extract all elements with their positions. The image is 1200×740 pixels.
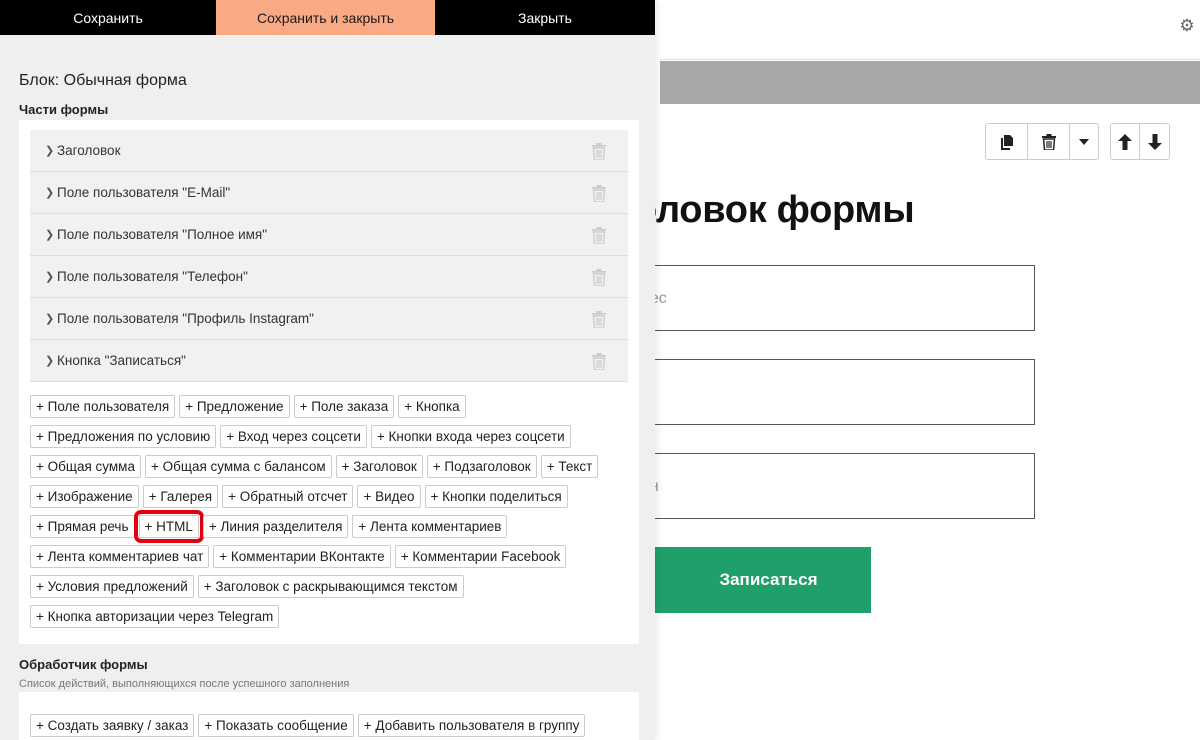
add-countdown-button[interactable]: + Обратный отсчет [222, 485, 354, 508]
block-settings-panel: Сохранить Сохранить и закрыть Закрыть Бл… [0, 0, 655, 740]
form-parts-list: ❯ Заголовок ❯ Поле пользователя "E-Mail"… [30, 130, 628, 382]
form-part-item[interactable]: ❯ Кнопка "Записаться" [30, 340, 628, 382]
add-chat-comments-button[interactable]: + Лента комментариев чат [30, 545, 210, 568]
trash-icon[interactable] [592, 185, 606, 202]
add-subheading-button[interactable]: + Подзаголовок [426, 455, 537, 478]
form-part-item[interactable]: ❯ Поле пользователя "Телефон" [30, 256, 628, 298]
add-gallery-button[interactable]: + Галерея [142, 485, 219, 508]
add-comments-feed-button[interactable]: + Лента комментариев [352, 515, 508, 538]
add-share-buttons-button[interactable]: + Кнопки поделиться [424, 485, 568, 508]
caret-down-icon [1079, 138, 1089, 145]
arrow-down-icon [1147, 133, 1162, 150]
trash-icon[interactable] [592, 143, 606, 160]
add-expandable-heading-button[interactable]: + Заголовок с раскрывающимся текстом [197, 575, 464, 598]
chevron-right-icon: ❯ [45, 355, 55, 367]
phone-field[interactable]: он [640, 453, 1035, 519]
add-user-field-button[interactable]: + Поле пользователя [30, 395, 176, 418]
chevron-right-icon: ❯ [45, 271, 55, 283]
add-facebook-comments-button[interactable]: + Комментарии Facebook [394, 545, 567, 568]
form-part-label: Заголовок [57, 143, 121, 158]
submit-button[interactable]: Записаться [640, 547, 871, 613]
copy-block-button[interactable] [986, 124, 1028, 159]
add-divider-button[interactable]: + Линия разделителя [202, 515, 349, 538]
create-order-button[interactable]: + Создать заявку / заказ [30, 714, 195, 737]
move-toolbar [1110, 123, 1170, 160]
trash-icon[interactable] [592, 269, 606, 286]
block-preview: ⚙ оловок формы Записаться [634, 0, 1200, 740]
form-handler-box: + Создать заявку / заказ + Показать сооб… [19, 692, 639, 740]
move-down-button[interactable] [1140, 124, 1169, 159]
save-button[interactable]: Сохранить [0, 0, 216, 35]
add-heading-button[interactable]: + Заголовок [335, 455, 423, 478]
add-button-button[interactable]: + Кнопка [398, 395, 466, 418]
form-part-label: Поле пользователя "Телефон" [57, 269, 248, 284]
add-social-login-button[interactable]: + Вход через соцсети [220, 425, 367, 448]
add-video-button[interactable]: + Видео [357, 485, 421, 508]
trash-icon [1041, 133, 1056, 150]
preview-grey-bar [660, 61, 1200, 104]
add-total-sum-button[interactable]: + Общая сумма [30, 455, 141, 478]
form-part-label: Поле пользователя "E-Mail" [57, 185, 231, 200]
more-options-button[interactable] [1070, 124, 1098, 159]
form-part-label: Поле пользователя "Полное имя" [57, 227, 268, 242]
add-total-with-balance-button[interactable]: + Общая сумма с балансом [144, 455, 332, 478]
form-part-item[interactable]: ❯ Поле пользователя "E-Mail" [30, 172, 628, 214]
email-field[interactable]: рес [640, 265, 1035, 331]
add-offer-button[interactable]: + Предложение [179, 395, 290, 418]
add-telegram-auth-button[interactable]: + Кнопка авторизации через Telegram [30, 605, 280, 628]
panel-topbar: Сохранить Сохранить и закрыть Закрыть [0, 0, 655, 35]
form-parts-title: Части формы [19, 102, 109, 117]
form-part-label: Поле пользователя "Профиль Instagram" [57, 311, 314, 326]
move-up-button[interactable] [1111, 124, 1140, 159]
trash-icon[interactable] [592, 353, 606, 370]
arrow-up-icon [1118, 133, 1132, 150]
add-social-login-buttons-button[interactable]: + Кнопки входа через соцсети [370, 425, 571, 448]
form-handler-subtitle: Список действий, выполняющихся после усп… [19, 678, 350, 690]
handler-action-buttons: + Создать заявку / заказ + Показать сооб… [30, 714, 586, 737]
add-offer-terms-button[interactable]: + Условия предложений [30, 575, 194, 598]
add-text-button[interactable]: + Текст [540, 455, 599, 478]
form-part-label: Кнопка "Записаться" [57, 353, 186, 368]
trash-icon[interactable] [592, 227, 606, 244]
save-and-close-button[interactable]: Сохранить и закрыть [216, 0, 435, 35]
close-button[interactable]: Закрыть [435, 0, 655, 35]
show-message-button[interactable]: + Показать сообщение [198, 714, 354, 737]
block-title: Блок: Обычная форма [19, 72, 187, 89]
form-part-item[interactable]: ❯ Поле пользователя "Профиль Instagram" [30, 298, 628, 340]
copy-icon [1000, 134, 1013, 150]
add-image-button[interactable]: + Изображение [30, 485, 139, 508]
delete-block-button[interactable] [1028, 124, 1070, 159]
form-part-item[interactable]: ❯ Заголовок [30, 130, 628, 172]
chevron-right-icon: ❯ [45, 145, 55, 157]
chevron-right-icon: ❯ [45, 229, 55, 241]
add-order-field-button[interactable]: + Поле заказа [293, 395, 395, 418]
form-parts-box: ❯ Заголовок ❯ Поле пользователя "E-Mail"… [19, 120, 639, 644]
add-vk-comments-button[interactable]: + Комментарии ВКонтакте [213, 545, 391, 568]
add-html-button[interactable]: + HTML [133, 510, 204, 543]
add-conditional-offers-button[interactable]: + Предложения по условию [30, 425, 217, 448]
add-user-to-group-button[interactable]: + Добавить пользователя в группу [357, 714, 586, 737]
add-part-buttons: + Поле пользователя + Предложение + Поле… [30, 395, 628, 635]
block-toolbar [985, 123, 1099, 160]
name-field[interactable] [640, 359, 1035, 425]
trash-icon[interactable] [592, 311, 606, 328]
chevron-right-icon: ❯ [45, 187, 55, 199]
add-quote-button[interactable]: + Прямая речь [30, 515, 135, 538]
gear-icon[interactable]: ⚙ [1178, 17, 1196, 35]
preview-header: ⚙ [660, 0, 1200, 60]
form-title: оловок формы [634, 189, 915, 231]
form-handler-title: Обработчик формы [19, 657, 148, 672]
form-part-item[interactable]: ❯ Поле пользователя "Полное имя" [30, 214, 628, 256]
chevron-right-icon: ❯ [45, 313, 55, 325]
